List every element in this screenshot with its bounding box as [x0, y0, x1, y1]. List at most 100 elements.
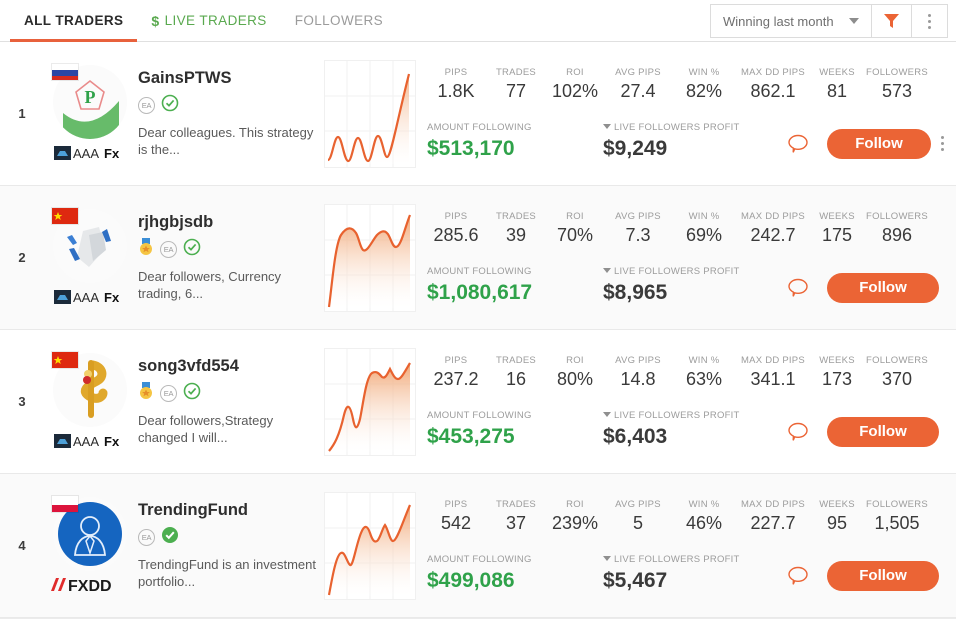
tab-live-traders[interactable]: $ LIVE TRADERS [137, 0, 280, 41]
stat-avg-pips-value: 27.4 [603, 81, 673, 102]
comment-button[interactable] [783, 561, 813, 591]
stat-roi-value: 70% [547, 225, 603, 246]
live-followers-profit-label-text: LIVE FOLLOWERS PROFIT [614, 266, 740, 277]
svg-text:AAA: AAA [73, 146, 99, 161]
tab-followers[interactable]: FOLLOWERS [281, 0, 397, 41]
live-followers-profit-label-text: LIVE FOLLOWERS PROFIT [614, 122, 740, 133]
live-followers-profit-label-text: LIVE FOLLOWERS PROFIT [614, 410, 740, 421]
sort-select[interactable]: Winning last month [710, 4, 872, 38]
follow-button[interactable]: Follow [827, 417, 939, 447]
row-rank: 4 [0, 538, 44, 553]
china-flag-icon [51, 207, 79, 225]
stat-weeks-label: WEEKS [811, 499, 863, 510]
trader-name[interactable]: GainsPTWS [138, 69, 321, 88]
speech-bubble-icon [786, 420, 810, 444]
ea-badge-icon: EA [160, 241, 177, 258]
overflow-menu-button[interactable] [912, 4, 948, 38]
stat-trades-label: TRADES [485, 211, 547, 222]
stat-followers-label: FOLLOWERS [863, 499, 931, 510]
table-row[interactable]: 1 P AAA [0, 42, 956, 186]
trader-info: TrendingFund EA TrendingFund is an inves… [136, 501, 321, 590]
trader-name[interactable]: TrendingFund [138, 501, 321, 520]
amount-following-label: AMOUNT FOLLOWING [427, 266, 603, 277]
row-actions: Follow [783, 417, 956, 449]
stats-row-primary: PIPS 542 TRADES 37 ROI 239% AVG PIPS 5 W… [427, 499, 956, 534]
stat-pips-label: PIPS [427, 211, 485, 222]
ea-badge-icon: EA [138, 97, 155, 114]
stat-trades-value: 77 [485, 81, 547, 102]
stat-roi: ROI 102% [547, 67, 603, 102]
stat-win-pct: WIN % 63% [673, 355, 735, 390]
stat-followers-label: FOLLOWERS [863, 355, 931, 366]
poland-flag-icon [51, 495, 79, 513]
stat-max-dd-pips: MAX DD PIPS 227.7 [735, 499, 811, 534]
comment-button[interactable] [783, 273, 813, 303]
stat-trades-value: 16 [485, 369, 547, 390]
stat-followers: FOLLOWERS 370 [863, 355, 931, 390]
follow-button[interactable]: Follow [827, 561, 939, 591]
follow-button[interactable]: Follow [827, 129, 931, 159]
stat-roi-value: 102% [547, 81, 603, 102]
verified-badge-icon [183, 238, 201, 261]
table-row[interactable]: 4 [0, 474, 956, 618]
trader-name[interactable]: song3vfd554 [138, 357, 321, 376]
stat-roi-label: ROI [547, 355, 603, 366]
verified-badge-icon [183, 382, 201, 405]
comment-button[interactable] [783, 417, 813, 447]
tab-bar: ALL TRADERS $ LIVE TRADERS FOLLOWERS [0, 0, 397, 41]
stat-weeks-label: WEEKS [811, 211, 863, 222]
live-followers-profit-value: $6,403 [603, 425, 783, 449]
stat-pips-label: PIPS [427, 67, 485, 78]
chart-column [321, 204, 419, 312]
amount-following-label: AMOUNT FOLLOWING [427, 122, 603, 133]
stat-avg-pips-label: AVG PIPS [603, 67, 673, 78]
triangle-down-icon [603, 124, 611, 129]
speech-bubble-icon [786, 564, 810, 588]
kebab-menu-icon [928, 14, 931, 29]
row-menu-button[interactable] [931, 136, 953, 151]
stats-row-primary: PIPS 1.8K TRADES 77 ROI 102% AVG PIPS 27… [427, 67, 953, 102]
stat-max-dd-pips: MAX DD PIPS 341.1 [735, 355, 811, 390]
triangle-down-icon [603, 268, 611, 273]
stat-max-dd-pips-value: 227.7 [735, 513, 811, 534]
stat-max-dd-pips-value: 341.1 [735, 369, 811, 390]
stat-weeks-value: 175 [811, 225, 863, 246]
tab-followers-label: FOLLOWERS [295, 13, 383, 28]
badge-group: EA [138, 239, 321, 259]
stat-followers-value: 1,505 [863, 513, 931, 534]
amount-following-value: $513,170 [427, 137, 603, 161]
stat-pips-value: 1.8K [427, 81, 485, 102]
stat-weeks-label: WEEKS [811, 67, 863, 78]
follow-button[interactable]: Follow [827, 273, 939, 303]
toolbar-controls: Winning last month [710, 4, 948, 38]
top-toolbar: ALL TRADERS $ LIVE TRADERS FOLLOWERS Win… [0, 0, 956, 42]
stat-roi: ROI 70% [547, 211, 603, 246]
stat-weeks: WEEKS 81 [811, 67, 863, 102]
stat-pips-value: 237.2 [427, 369, 485, 390]
stat-trades: TRADES 77 [485, 67, 547, 102]
live-followers-profit: LIVE FOLLOWERS PROFIT $5,467 [603, 554, 783, 593]
stat-avg-pips-value: 7.3 [603, 225, 673, 246]
comment-button[interactable] [783, 129, 813, 159]
stat-roi-label: ROI [547, 499, 603, 510]
stat-weeks: WEEKS 95 [811, 499, 863, 534]
stat-pips: PIPS 237.2 [427, 355, 485, 390]
live-followers-profit: LIVE FOLLOWERS PROFIT $9,249 [603, 122, 783, 161]
russia-flag-icon [51, 63, 79, 81]
stats-column: PIPS 237.2 TRADES 16 ROI 80% AVG PIPS 14… [419, 355, 956, 449]
tab-all-traders[interactable]: ALL TRADERS [10, 0, 137, 41]
stat-trades-value: 37 [485, 513, 547, 534]
tab-live-traders-label: LIVE TRADERS [165, 13, 267, 28]
stat-avg-pips: AVG PIPS 27.4 [603, 67, 673, 102]
live-followers-profit-value: $8,965 [603, 281, 783, 305]
live-followers-profit-label: LIVE FOLLOWERS PROFIT [603, 122, 783, 133]
table-row[interactable]: 2 [0, 186, 956, 330]
stat-win-pct-value: 69% [673, 225, 735, 246]
trader-name[interactable]: rjhgbjsdb [138, 213, 321, 232]
filter-button[interactable] [872, 4, 912, 38]
stat-roi-label: ROI [547, 67, 603, 78]
sort-select-value: Winning last month [723, 14, 834, 29]
table-row[interactable]: 3 [0, 330, 956, 474]
stat-win-pct-label: WIN % [673, 355, 735, 366]
stat-pips-value: 542 [427, 513, 485, 534]
